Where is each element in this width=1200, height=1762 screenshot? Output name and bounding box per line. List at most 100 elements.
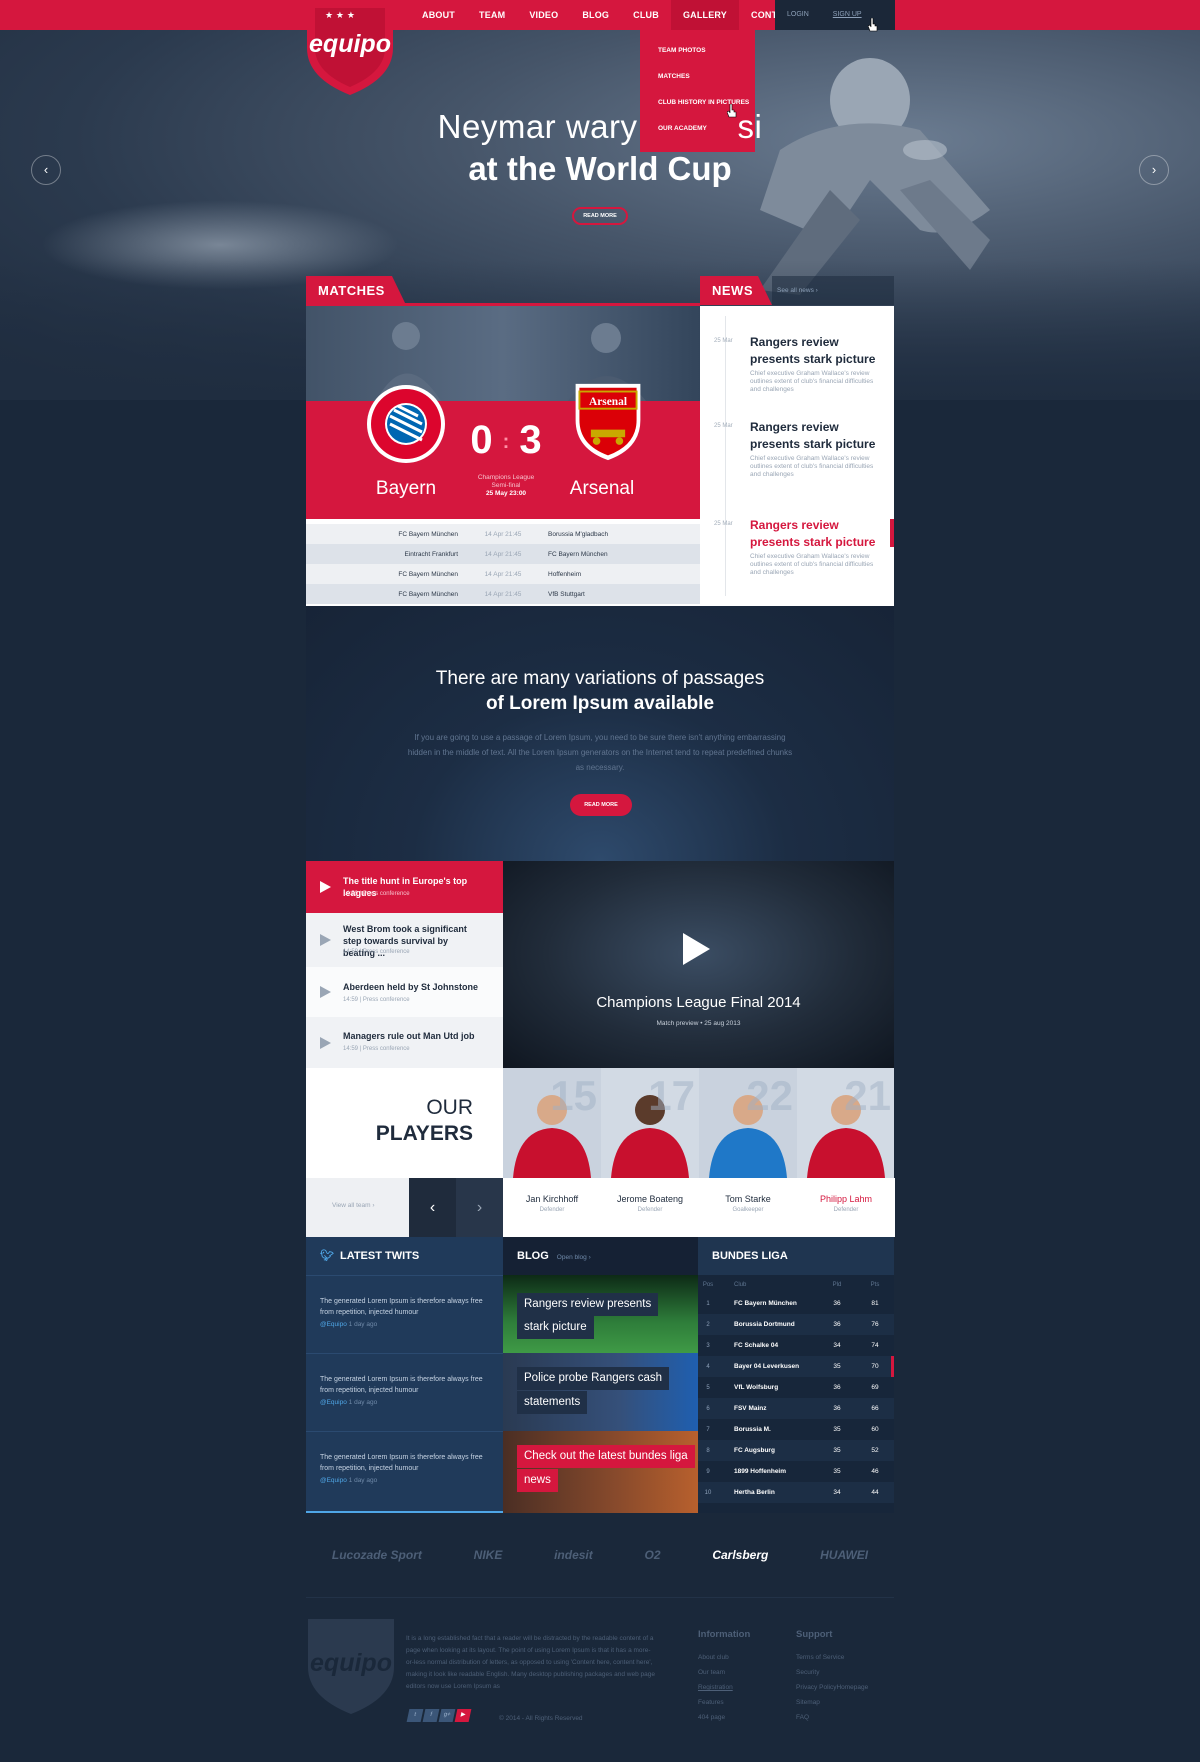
fixture-row[interactable]: FC Bayern München 14 Apr 21:45 Borussia M'… [306,524,700,544]
player-card[interactable]: 15 Jan Kirchhoff Defender [503,1068,601,1237]
table-row[interactable]: 1 FC Bayern München 36 81 [698,1293,894,1314]
footer-link[interactable]: Security [796,1669,868,1676]
twit-item[interactable]: The generated Lorem Ipsum is therefore a… [306,1353,503,1431]
news-date: 25 Mar [714,338,733,344]
nav-gallery[interactable]: GALLERY [670,0,740,30]
dropdown-item-matches[interactable]: MATCHES [640,64,755,90]
nav-club[interactable]: CLUB [621,0,671,30]
table-row[interactable]: 2 Borussia Dortmund 36 76 [698,1314,894,1335]
hero-read-more-button[interactable]: READ MORE [572,207,628,225]
video-meta: 14:59 | Press conference [343,1046,410,1052]
player-name: Tom Starke [725,1194,771,1204]
video-item[interactable]: The title hunt in Europe's top leagues 1… [306,861,503,913]
news-desc: Chief executive Graham Wallace's review … [750,370,874,393]
blog-panel: BLOG Open blog › Rangers review presents … [503,1237,698,1513]
table-row[interactable]: 7 Borussia M. 35 60 [698,1419,894,1440]
footer-link[interactable]: About club [698,1654,750,1661]
fixture-row[interactable]: FC Bayern München 14 Apr 21:45 VfB Stuttga… [306,584,700,604]
video-item[interactable]: West Brom took a significant step toward… [306,913,503,967]
sponsor-nike-logo[interactable]: NIKE [474,1548,503,1562]
match-competition: Champions League Semi-final 25 May 23:00 [477,474,535,497]
play-icon[interactable] [683,933,710,965]
players-prev-button[interactable]: ‹ [409,1178,456,1237]
open-blog-link[interactable]: Open blog › [557,1254,591,1261]
footer-link[interactable]: Registration [698,1684,750,1691]
blog-item[interactable]: Check out the latest bundes liga news [503,1431,698,1513]
footer-logo: equipo [308,1619,394,1714]
dropdown-item-team-photos[interactable]: TEAM PHOTOS [640,38,755,64]
video-item[interactable]: Managers rule out Man Utd job 14:59 | Pr… [306,1017,503,1068]
fixture-row[interactable]: FC Bayern München 14 Apr 21:45 Hoffenheim [306,564,700,584]
player-photo: 22 [699,1068,797,1178]
footer-link[interactable]: FAQ [796,1714,868,1721]
players-next-button[interactable]: › [456,1178,503,1237]
footer-divider [306,1597,894,1598]
view-all-team-link[interactable]: View all team › [332,1202,375,1209]
news-date: 25 Mar [714,423,733,429]
footer-link[interactable]: Sitemap [796,1699,868,1706]
news-title[interactable]: Rangers review presents stark picture [750,419,885,453]
table-row[interactable]: 3 FC Schalke 04 34 74 [698,1335,894,1356]
news-label: NEWS [700,276,772,305]
player-card[interactable]: 17 Jerome Boateng Defender [601,1068,699,1237]
slider-next-button[interactable]: › [1139,155,1169,185]
bundesliga-rows: 1 FC Bayern München 36 81 2 Borussia Dortmun… [698,1293,894,1513]
sponsor-lucozade-logo[interactable]: Lucozade Sport [332,1548,422,1562]
sponsor-indesit-logo[interactable]: indesit [554,1548,593,1562]
social-links: t f g+ ▶ [406,1709,472,1722]
footer-link[interactable]: 404 page [698,1714,750,1721]
table-row[interactable]: 9 1899 Hoffenheim 35 46 [698,1461,894,1482]
table-row[interactable]: 6 FSV Mainz 36 66 [698,1398,894,1419]
footer-link[interactable]: Terms of Service [796,1654,868,1661]
fixtures-list: FC Bayern München 14 Apr 21:45 Borussia M'… [306,524,700,604]
footer-link[interactable]: Our team [698,1669,750,1676]
player-photo: 21 [797,1068,895,1178]
twit-item[interactable]: The generated Lorem Ipsum is therefore a… [306,1275,503,1353]
main-nav: ABOUT TEAM VIDEO BLOG CLUB GALLERY CONTA… [410,0,814,30]
sponsor-carlsberg-logo[interactable]: Carlsberg [712,1548,768,1562]
see-all-news-link[interactable]: See all news › [772,276,894,305]
fixture-row[interactable]: Eintracht Frankfurt 14 Apr 21:45 FC Bayern… [306,544,700,564]
bundesliga-heading: BUNDES LIGA [698,1237,894,1275]
footer-link[interactable]: Privacy PolicyHomepage [796,1684,868,1691]
table-row[interactable]: 4 Bayer 04 Leverkusen 35 70 [698,1356,894,1377]
facebook-icon[interactable]: f [422,1709,440,1722]
video-item[interactable]: Aberdeen held by St Johnstone 14:59 | Pr… [306,967,503,1017]
twit-text: The generated Lorem Ipsum is therefore a… [320,1454,483,1472]
twitter-icon[interactable]: t [406,1709,424,1722]
promo-read-more-button[interactable]: READ MORE [570,794,632,816]
nav-team[interactable]: TEAM [467,0,517,30]
featured-video[interactable]: Champions League Final 2014 Match previe… [503,861,894,1068]
table-row[interactable]: 10 Hertha Berlin 34 44 [698,1482,894,1503]
sponsor-o2-logo[interactable]: O2 [645,1548,661,1562]
blog-item[interactable]: Police probe Rangers cash statements [503,1353,698,1431]
news-title[interactable]: Rangers review presents stark picture [750,334,885,368]
signup-link[interactable]: SIGN UP [821,0,874,30]
player-name: Jan Kirchhoff [525,1194,579,1204]
arsenal-crest-text: Arsenal [589,396,627,408]
google-plus-icon[interactable]: g+ [438,1709,456,1722]
chevron-left-icon: ‹ [43,162,49,177]
youtube-icon[interactable]: ▶ [454,1709,472,1722]
footer-link[interactable]: Features [698,1699,750,1706]
equipo-logo[interactable]: ★ ★ ★ equipo [305,0,395,95]
table-row[interactable]: 8 FC Augsburg 35 52 [698,1440,894,1461]
blog-heading: BLOG Open blog › [517,1250,591,1262]
news-active-marker [890,519,894,547]
sponsor-huawei-logo[interactable]: HUAWEI [820,1548,868,1562]
away-team-name: Arsenal [569,478,635,499]
video-meta: 14:59 | Press conference [343,891,410,897]
nav-about[interactable]: ABOUT [410,0,467,30]
news-title[interactable]: Rangers review presents stark picture [750,517,885,551]
row-highlight-marker [891,1356,894,1377]
slider-prev-button[interactable]: ‹ [31,155,61,185]
nav-blog[interactable]: BLOG [570,0,621,30]
news-panel: 25 Mar Rangers review presents stark pic… [700,306,894,606]
twit-item[interactable]: The generated Lorem Ipsum is therefore a… [306,1431,503,1509]
player-card[interactable]: 22 Tom Starke Goalkeeper [699,1068,797,1237]
nav-video[interactable]: VIDEO [517,0,570,30]
login-link[interactable]: LOGIN [775,0,821,30]
blog-item[interactable]: Rangers review presents stark picture [503,1275,698,1353]
player-card[interactable]: 21 Philipp Lahm Defender [797,1068,895,1237]
table-row[interactable]: 5 VfL Wolfsburg 36 69 [698,1377,894,1398]
